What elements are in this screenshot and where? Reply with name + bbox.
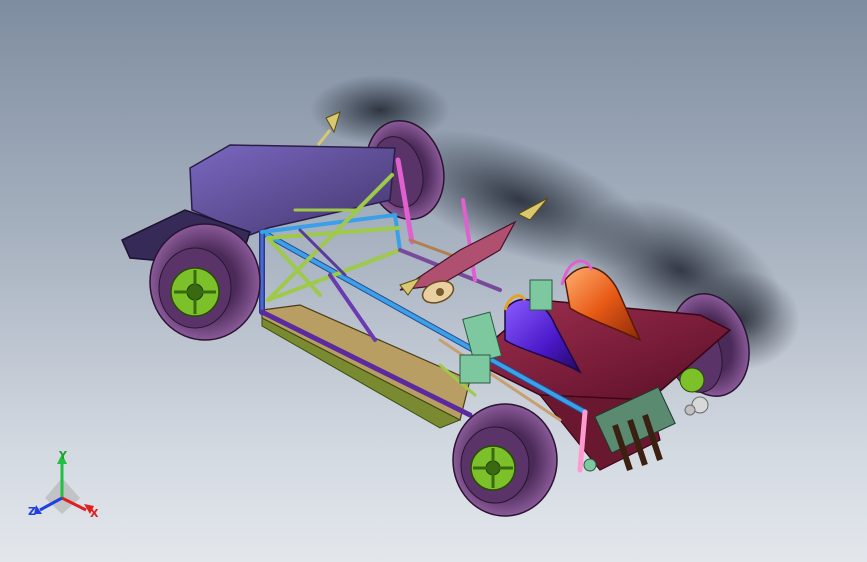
axis-z-label: Z — [28, 505, 36, 518]
axis-y-label: Y — [58, 449, 68, 462]
axis-x-label: X — [90, 507, 99, 520]
coordinate-triad: Y X Z — [28, 449, 99, 520]
wheel-front-right[interactable] — [452, 403, 558, 517]
cad-model-view[interactable]: Y X Z — [0, 0, 867, 562]
wheel-front-left[interactable] — [149, 223, 261, 341]
floor-panel — [261, 304, 471, 429]
graphics-viewport[interactable]: Y X Z — [0, 0, 867, 562]
